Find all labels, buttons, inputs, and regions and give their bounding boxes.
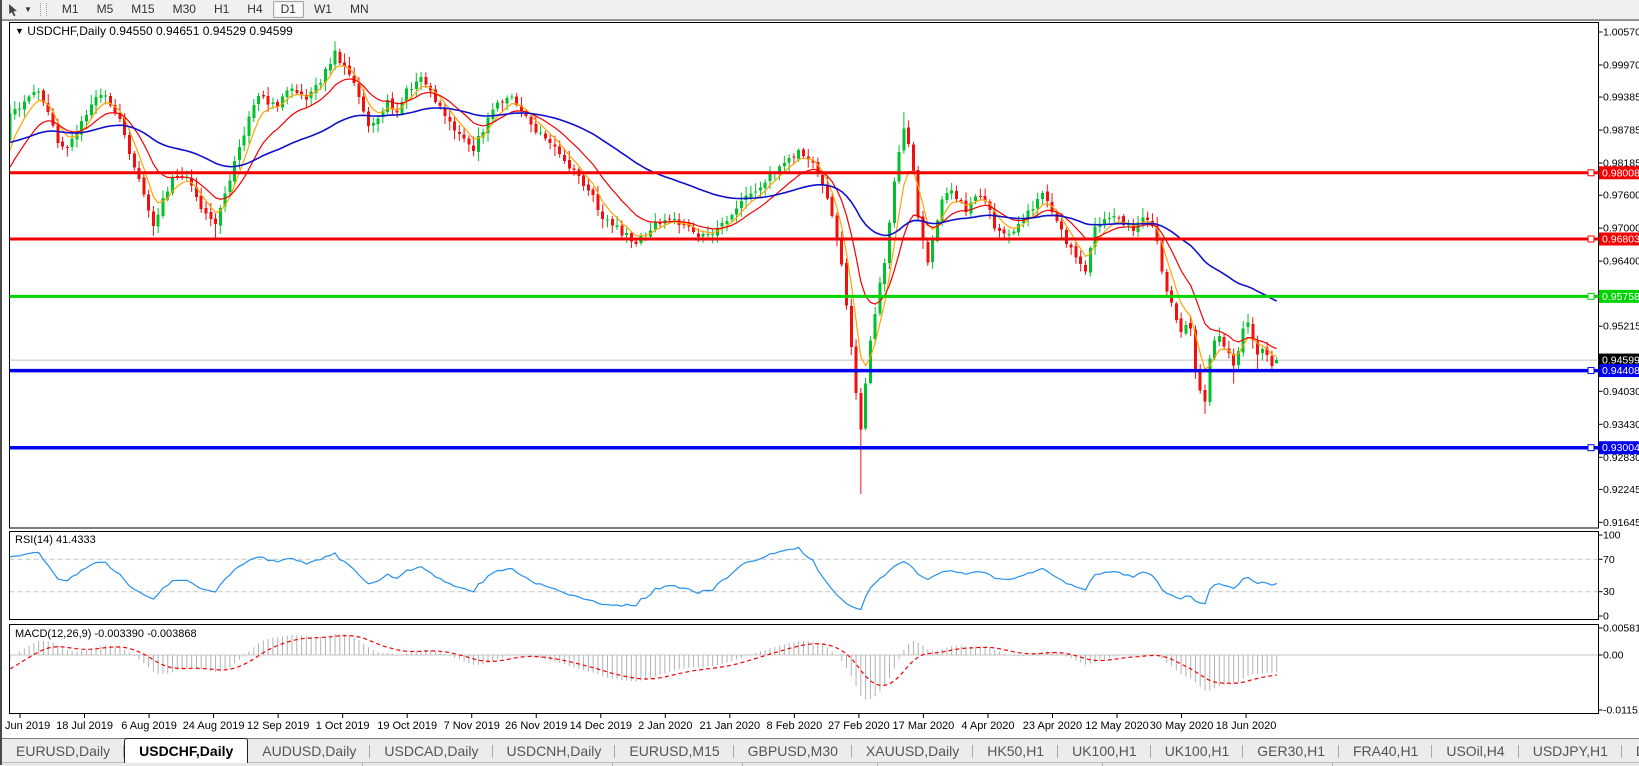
timeframe-toolbar: ▼ M1M5M15M30H1H4D1W1MN <box>2 0 1639 20</box>
tab-usdjpy-h1[interactable]: USDJPY,H1 <box>1519 740 1622 763</box>
timeframe-button-w1[interactable]: W1 <box>306 1 340 18</box>
timeframe-button-m5[interactable]: M5 <box>89 1 122 18</box>
timeframe-button-d1[interactable]: D1 <box>273 1 304 18</box>
hline-handle <box>1588 293 1594 299</box>
timeframe-button-m15[interactable]: M15 <box>123 1 162 18</box>
chart-tabs: EURUSD,DailyUSDCHF,DailyAUDUSD,DailyUSDC… <box>2 740 1639 763</box>
hline-handle <box>1588 368 1594 374</box>
timeframe-button-m30[interactable]: M30 <box>165 1 204 18</box>
cursor-icon-glyph <box>7 3 21 17</box>
tab-usoil-h4[interactable]: USOil,H4 <box>1432 740 1518 763</box>
hline-handle <box>1588 445 1594 451</box>
timeframe-button-h4[interactable]: H4 <box>239 1 270 18</box>
tab-uk100-h1[interactable]: UK100,H1 <box>1058 740 1151 763</box>
hline-handle <box>1588 236 1594 242</box>
tab-ger30-h1[interactable]: GER30,H1 <box>1243 740 1339 763</box>
tab-uk100-h1[interactable]: UK100,H1 <box>1151 740 1244 763</box>
tab-dj30-m15[interactable]: DJ30,M15 <box>1622 740 1639 763</box>
tab-eurusd-daily[interactable]: EURUSD,Daily <box>2 740 124 763</box>
chevron-down-icon[interactable]: ▼ <box>24 5 32 14</box>
price-axis[interactable] <box>1598 20 1639 715</box>
tab-usdchf-daily[interactable]: USDCHF,Daily <box>124 738 248 763</box>
tab-usdcnh-daily[interactable]: USDCNH,Daily <box>493 740 616 763</box>
tab-gbpusd-m30[interactable]: GBPUSD,M30 <box>734 740 852 763</box>
timeframe-button-mn[interactable]: MN <box>342 1 377 18</box>
timeframe-buttons: M1M5M15M30H1H4D1W1MN <box>53 1 378 18</box>
hline-handle <box>1588 170 1594 176</box>
tab-usdcad-daily[interactable]: USDCAD,Daily <box>370 740 492 763</box>
chart-tab-bar: EURUSD,DailyUSDCHF,DailyAUDUSD,DailyUSDC… <box>2 738 1639 763</box>
tab-xauusd-daily[interactable]: XAUUSD,Daily <box>852 740 973 763</box>
timeframe-button-h1[interactable]: H1 <box>206 1 237 18</box>
toolbar-grip <box>40 3 47 16</box>
tab-fra40-h1[interactable]: FRA40,H1 <box>1339 740 1432 763</box>
mt4-chart-window: ▼ M1M5M15M30H1H4D1W1MN 1.005700.999700.9… <box>0 0 1639 765</box>
tab-hk50-h1[interactable]: HK50,H1 <box>973 740 1058 763</box>
tab-eurusd-m15[interactable]: EURUSD,M15 <box>615 740 733 763</box>
timeframe-button-m1[interactable]: M1 <box>54 1 87 18</box>
tab-audusd-daily[interactable]: AUDUSD,Daily <box>248 740 370 763</box>
chart-canvas[interactable]: 1.005700.999700.993850.987850.981850.976… <box>2 20 1639 738</box>
cursor-icon[interactable] <box>4 2 24 17</box>
date-axis[interactable] <box>9 714 1598 736</box>
